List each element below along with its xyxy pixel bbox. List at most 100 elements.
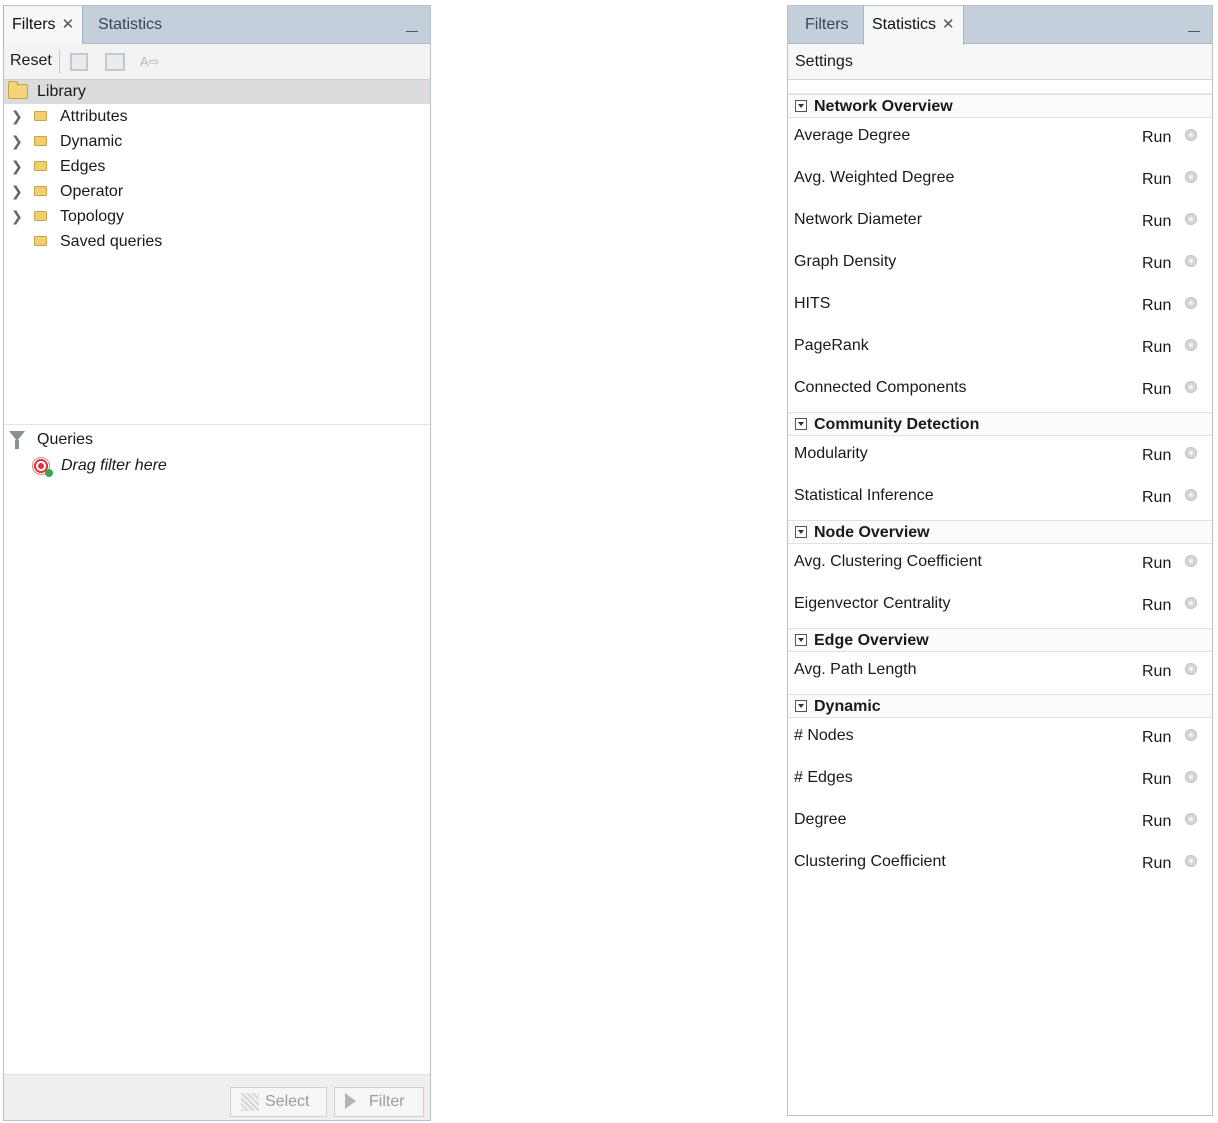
help-icon[interactable] xyxy=(1185,855,1197,867)
section-header-edge-overview[interactable]: Edge Overview xyxy=(788,628,1212,652)
drop-target[interactable]: Drag filter here xyxy=(4,453,430,479)
queries-area[interactable]: Queries Drag filter here xyxy=(4,427,430,1087)
chevron-right-icon[interactable]: ❯ xyxy=(11,129,23,154)
tab-label: Filters xyxy=(12,16,56,33)
help-icon[interactable] xyxy=(1185,771,1197,783)
stat-label: # Edges xyxy=(794,769,853,786)
stat-label: Modularity xyxy=(794,445,868,462)
collapse-icon[interactable] xyxy=(795,700,807,712)
help-icon[interactable] xyxy=(1185,171,1197,183)
collapse-icon[interactable] xyxy=(795,634,807,646)
folder-icon xyxy=(34,161,47,171)
section-header-node-overview[interactable]: Node Overview xyxy=(788,520,1212,544)
stat-row-statistical-inference: Statistical Inference Run xyxy=(788,478,1212,520)
tree-item-operator[interactable]: ❯ Operator xyxy=(4,179,430,204)
stat-row-nodes: # Nodes Run xyxy=(788,718,1212,760)
tab-filters[interactable]: Filters ✕ xyxy=(3,6,84,45)
statistics-panel: Filters Statistics ✕ Settings Network Ove… xyxy=(787,5,1213,1116)
stat-label: # Nodes xyxy=(794,727,854,744)
folder-icon xyxy=(34,136,47,146)
section-title: Edge Overview xyxy=(814,632,929,649)
chevron-right-icon[interactable]: ❯ xyxy=(11,154,23,179)
section-header-community-detection[interactable]: Community Detection xyxy=(788,412,1212,436)
folder-icon xyxy=(34,236,47,246)
run-button[interactable]: Run xyxy=(1142,729,1171,747)
tree-root-library[interactable]: Library xyxy=(4,80,430,104)
select-button[interactable]: Select xyxy=(230,1087,327,1117)
help-icon[interactable] xyxy=(1185,489,1197,501)
tab-statistics[interactable]: Statistics ✕ xyxy=(863,6,964,45)
chevron-right-icon[interactable]: ❯ xyxy=(11,204,23,229)
help-icon[interactable] xyxy=(1185,597,1197,609)
help-icon[interactable] xyxy=(1185,381,1197,393)
settings-bar: Settings xyxy=(788,44,1212,80)
play-icon xyxy=(345,1093,356,1109)
tree-item-dynamic[interactable]: ❯ Dynamic xyxy=(4,129,430,154)
run-button[interactable]: Run xyxy=(1142,813,1171,831)
stat-row-degree: Degree Run xyxy=(788,802,1212,844)
filters-toolbar: Reset A⇨ xyxy=(4,44,430,80)
stat-label: Clustering Coefficient xyxy=(794,853,946,870)
run-button[interactable]: Run xyxy=(1142,171,1171,189)
stat-label: Connected Components xyxy=(794,379,967,396)
tree-item-topology[interactable]: ❯ Topology xyxy=(4,204,430,229)
help-icon[interactable] xyxy=(1185,129,1197,141)
save-query-icon[interactable] xyxy=(70,53,88,71)
help-icon[interactable] xyxy=(1185,339,1197,351)
collapse-icon[interactable] xyxy=(795,100,807,112)
help-icon[interactable] xyxy=(1185,555,1197,567)
run-button[interactable]: Run xyxy=(1142,129,1171,147)
help-icon[interactable] xyxy=(1185,813,1197,825)
run-button[interactable]: Run xyxy=(1142,663,1171,681)
run-button[interactable]: Run xyxy=(1142,771,1171,789)
help-icon[interactable] xyxy=(1185,447,1197,459)
section-header-dynamic[interactable]: Dynamic xyxy=(788,694,1212,718)
run-button[interactable]: Run xyxy=(1142,213,1171,231)
chevron-right-icon[interactable]: ❯ xyxy=(11,179,23,204)
tree-root-label: Library xyxy=(37,83,86,100)
stat-label: Avg. Clustering Coefficient xyxy=(794,553,982,570)
help-icon[interactable] xyxy=(1185,213,1197,225)
close-icon[interactable]: ✕ xyxy=(62,16,75,33)
tree-item-label: Edges xyxy=(60,158,106,175)
tab-statistics[interactable]: Statistics xyxy=(90,6,170,44)
rename-icon[interactable]: A⇨ xyxy=(140,53,162,71)
run-button[interactable]: Run xyxy=(1142,597,1171,615)
help-icon[interactable] xyxy=(1185,663,1197,675)
help-icon[interactable] xyxy=(1185,255,1197,267)
stat-row-pagerank: PageRank Run xyxy=(788,328,1212,370)
collapse-icon[interactable] xyxy=(795,418,807,430)
run-button[interactable]: Run xyxy=(1142,297,1171,315)
minimize-icon[interactable] xyxy=(1188,16,1202,36)
tree-item-edges[interactable]: ❯ Edges xyxy=(4,154,430,179)
stat-label: HITS xyxy=(794,295,831,312)
toolbar-divider xyxy=(59,50,60,74)
run-button[interactable]: Run xyxy=(1142,381,1171,399)
statistics-sections: Network Overview Average Degree Run Avg. We… xyxy=(788,94,1212,886)
run-button[interactable]: Run xyxy=(1142,555,1171,573)
tab-filters[interactable]: Filters xyxy=(797,6,857,44)
run-button[interactable]: Run xyxy=(1142,255,1171,273)
chevron-right-icon[interactable]: ❯ xyxy=(11,104,23,129)
minimize-icon[interactable] xyxy=(406,16,420,36)
run-button[interactable]: Run xyxy=(1142,855,1171,873)
filter-button[interactable]: Filter xyxy=(334,1087,424,1117)
run-button[interactable]: Run xyxy=(1142,489,1171,507)
collapse-icon[interactable] xyxy=(795,526,807,538)
close-icon[interactable]: ✕ xyxy=(942,16,955,33)
tree-item-label: Attributes xyxy=(60,108,128,125)
section-header-network-overview[interactable]: Network Overview xyxy=(788,94,1212,118)
run-button[interactable]: Run xyxy=(1142,447,1171,465)
export-icon[interactable] xyxy=(105,53,125,71)
run-button[interactable]: Run xyxy=(1142,339,1171,357)
settings-button[interactable]: Settings xyxy=(795,53,853,70)
help-icon[interactable] xyxy=(1185,729,1197,741)
queries-header: Queries xyxy=(4,427,430,453)
stat-row-edges: # Edges Run xyxy=(788,760,1212,802)
help-icon[interactable] xyxy=(1185,297,1197,309)
divider xyxy=(788,80,1212,94)
reset-button[interactable]: Reset xyxy=(10,52,52,70)
tree-item-attributes[interactable]: ❯ Attributes xyxy=(4,104,430,129)
tree-item-saved-queries[interactable]: Saved queries xyxy=(4,229,430,254)
section-title: Network Overview xyxy=(814,98,953,115)
